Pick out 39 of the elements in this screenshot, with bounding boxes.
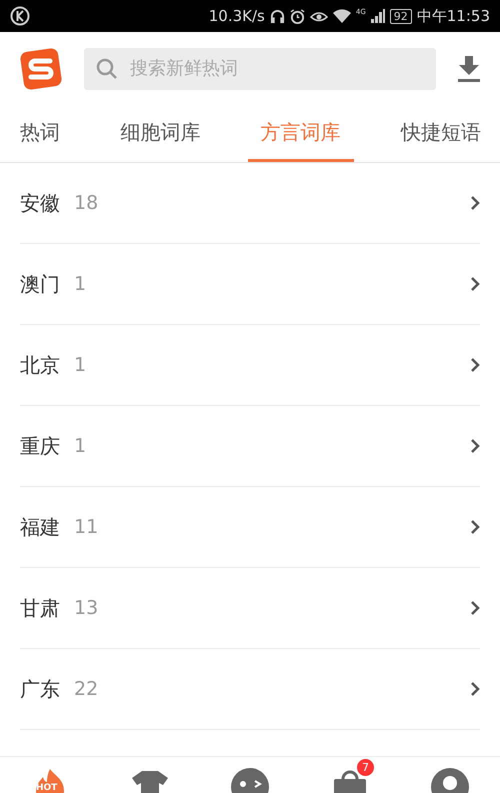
region-count: 1 [74, 273, 88, 295]
region-name: 安徽 [20, 190, 60, 216]
notification-badge: 7 [357, 759, 374, 776]
region-count: 1 [74, 435, 88, 457]
battery-level: 92 [390, 8, 412, 24]
chevron-right-icon[interactable] [470, 600, 480, 616]
region-name: 北京 [20, 352, 60, 378]
status-time: 中午11:53 [416, 6, 490, 26]
tab[interactable]: 细胞词库 [107, 105, 214, 162]
hot-label: HOT [36, 783, 58, 793]
wifi-icon [332, 9, 351, 23]
chevron-right-icon[interactable] [470, 438, 480, 454]
region-count: 1 [74, 354, 88, 376]
region-name: 重庆 [20, 432, 60, 460]
region-count: 13 [74, 597, 100, 619]
region-count: 22 [74, 678, 100, 700]
region-name: 澳门 [20, 270, 60, 298]
signal-icon [370, 9, 385, 23]
network-speed: 10.3K/s [208, 7, 265, 25]
region-count: 18 [74, 192, 100, 214]
headphones-icon [270, 8, 285, 24]
chevron-right-icon[interactable] [470, 357, 480, 373]
search-input[interactable]: 搜索新鲜热词 [128, 57, 424, 80]
region-name: 广东 [20, 676, 60, 702]
alarm-icon [290, 8, 305, 24]
search-icon [96, 58, 118, 80]
tab[interactable]: 快捷短语 [388, 105, 494, 162]
region-name: 福建 [20, 514, 60, 540]
chevron-right-icon[interactable] [470, 519, 480, 535]
app-logo [20, 48, 62, 90]
region-name: 甘肃 [20, 594, 60, 622]
chevron-right-icon[interactable] [470, 276, 480, 292]
chevron-right-icon[interactable] [470, 681, 480, 697]
region-count: 11 [74, 516, 100, 538]
k-circle-icon [10, 6, 30, 26]
download-icon[interactable] [458, 56, 480, 82]
search-field[interactable]: 搜索新鲜热词 [84, 48, 436, 90]
tab[interactable]: 热词 [20, 105, 73, 162]
chevron-right-icon[interactable] [470, 195, 480, 211]
